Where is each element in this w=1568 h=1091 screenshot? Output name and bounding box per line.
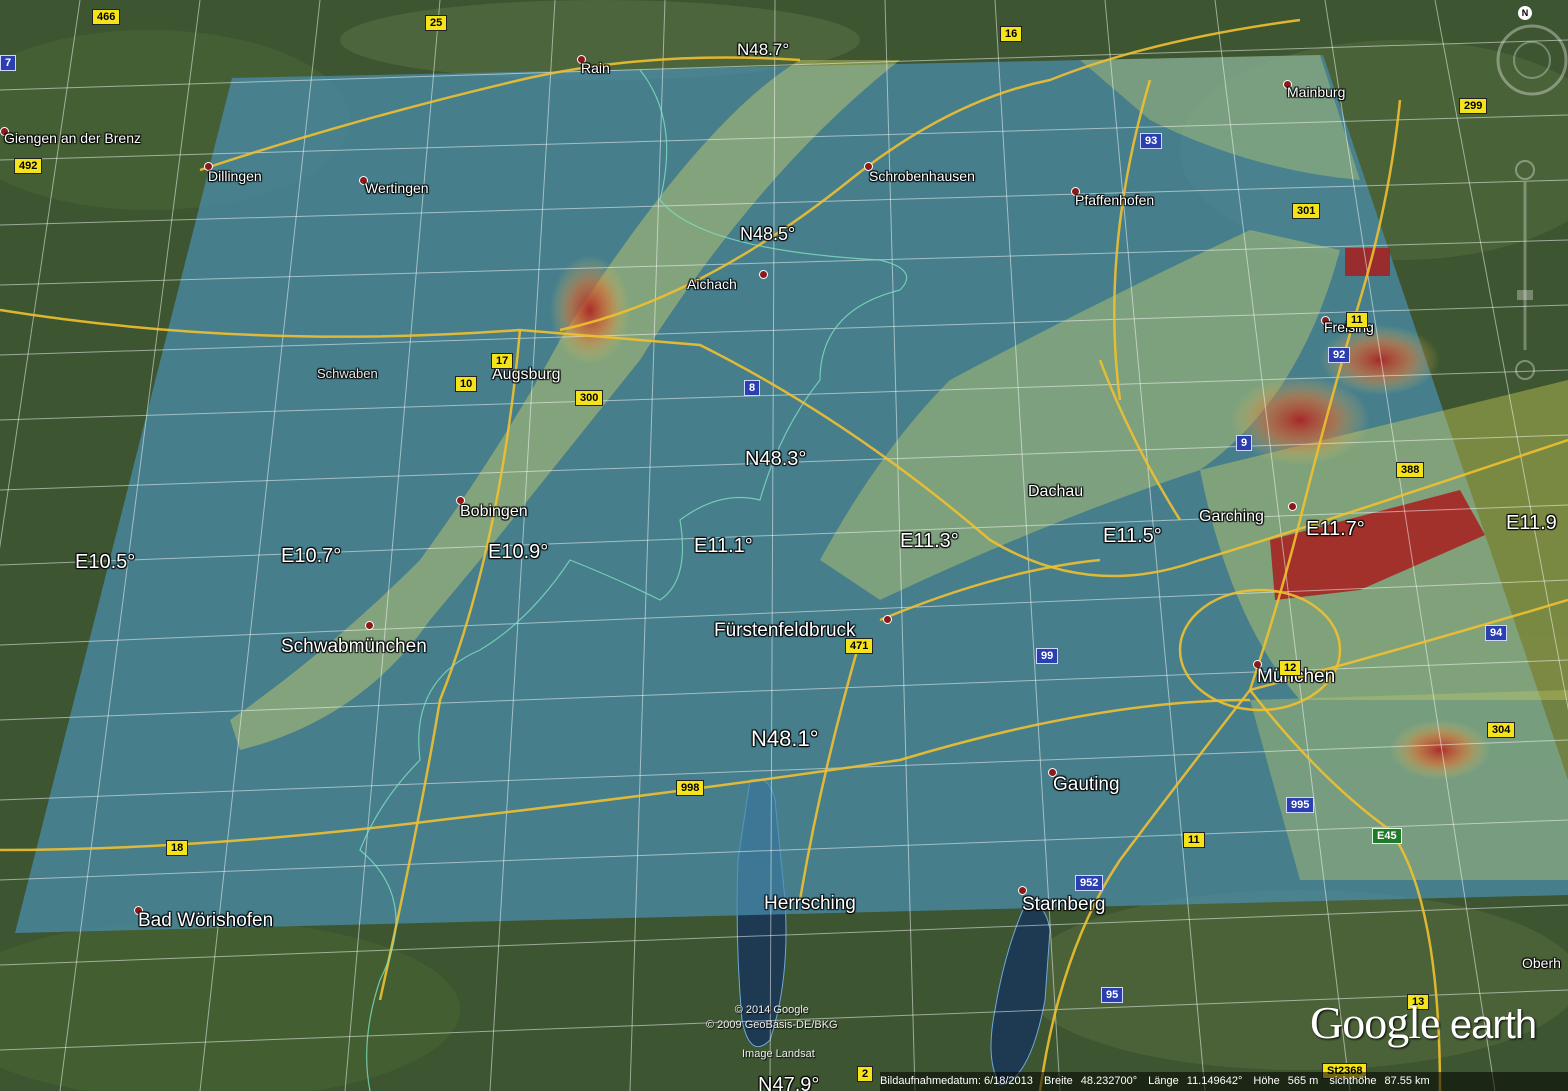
google-earth-logo: Google earth: [1310, 996, 1537, 1049]
place-marker-aichach[interactable]: [759, 270, 768, 279]
road-shield-93: 93: [1140, 133, 1163, 149]
place-marker-schwabmuenchen[interactable]: [365, 621, 374, 630]
grid-label-e111: E11.1°: [694, 535, 753, 557]
road-shield-492: 492: [14, 158, 43, 174]
place-label-schrobenhausen[interactable]: Schrobenhausen: [869, 168, 975, 184]
place-label-wertingen[interactable]: Wertingen: [365, 180, 429, 196]
road-shield-16: 16: [1000, 26, 1023, 42]
status-bar: Bildaufnahmedatum: 6/18/2013 Breite 48.23…: [880, 1072, 1568, 1091]
grid-label-n479: N47.9°: [758, 1074, 820, 1091]
place-label-bad-woerishofen[interactable]: Bad Wörishofen: [138, 910, 273, 932]
latitude-value: 48.232700°: [1080, 1075, 1138, 1087]
copyright-line-2: © 2009 GeoBasis-DE/BKG: [706, 1019, 838, 1031]
zoom-slider[interactable]: [1514, 150, 1536, 390]
grid-label-e117: E11.7°: [1306, 518, 1365, 540]
place-label-starnberg[interactable]: Starnberg: [1022, 894, 1105, 916]
road-shield-471: 471: [845, 638, 874, 654]
grid-label-e119: E11.9: [1506, 512, 1557, 534]
road-shield-2: 2: [857, 1066, 874, 1082]
road-shield-388: 388: [1396, 462, 1425, 478]
road-shield-25: 25: [425, 15, 448, 31]
place-marker-fuerstenfeldbruck[interactable]: [883, 615, 892, 624]
place-label-aichach[interactable]: Aichach: [687, 276, 737, 292]
road-shield-99: 99: [1036, 648, 1059, 664]
road-shield-466: 466: [92, 9, 121, 25]
place-label-schwabmuenchen[interactable]: Schwabmünchen: [281, 636, 427, 658]
place-label-giengen[interactable]: Giengen an der Brenz: [4, 130, 141, 146]
grid-label-e113: E11.3°: [900, 530, 959, 552]
longitude-label: Länge: [1148, 1075, 1179, 1087]
road-shield-300: 300: [575, 390, 604, 406]
road-shield-7: 7: [0, 55, 17, 71]
road-shield-12: 12: [1279, 660, 1302, 676]
road-shield-299: 299: [1459, 98, 1488, 114]
road-shield-92: 92: [1328, 347, 1351, 363]
road-shield-10: 10: [455, 376, 478, 392]
road-shield-94: 94: [1485, 625, 1508, 641]
longitude-value: 11.149642°: [1186, 1075, 1243, 1087]
road-shield-11-north: 11: [1346, 312, 1368, 328]
road-shield-e45: E45: [1372, 828, 1402, 844]
grid-label-n487: N48.7°: [737, 40, 790, 59]
place-label-fuerstenfeldbruck[interactable]: Fürstenfeldbruck: [714, 620, 856, 642]
place-label-dillingen[interactable]: Dillingen: [208, 168, 262, 184]
place-label-pfaffenhofen[interactable]: Pfaffenhofen: [1075, 192, 1154, 208]
place-label-herrsching[interactable]: Herrsching: [764, 893, 856, 915]
place-label-gauting[interactable]: Gauting: [1053, 774, 1120, 796]
road-shield-11: 11: [1183, 832, 1205, 848]
place-marker-garching[interactable]: [1288, 502, 1297, 511]
road-shield-8: 8: [744, 380, 761, 396]
grid-label-n483: N48.3°: [745, 448, 807, 470]
logo-word-google: Google: [1310, 997, 1440, 1048]
road-shield-17: 17: [491, 353, 514, 369]
place-label-rain[interactable]: Rain: [581, 60, 610, 76]
map-viewport[interactable]: N N48.7° N48.5° N48.3° N48.1° N47.9° E10…: [0, 0, 1568, 1091]
latitude-label: Breite: [1043, 1075, 1073, 1087]
road-shield-301: 301: [1292, 203, 1321, 219]
road-shield-952: 952: [1075, 875, 1104, 891]
place-label-bobingen[interactable]: Bobingen: [460, 503, 528, 521]
place-label-dachau[interactable]: Dachau: [1028, 483, 1083, 501]
copyright-line-1: © 2014 Google: [734, 1004, 809, 1016]
elevation-label: Höhe: [1253, 1075, 1280, 1087]
grid-label-e107: E10.7°: [281, 545, 342, 567]
road-shield-304: 304: [1487, 722, 1516, 738]
elevation-value: 565 m: [1287, 1075, 1319, 1087]
grid-label-n485: N48.5°: [740, 224, 796, 244]
place-label-mainburg[interactable]: Mainburg: [1287, 84, 1345, 100]
road-shield-9: 9: [1236, 435, 1253, 451]
road-shield-18: 18: [166, 840, 189, 856]
imagery-date: Bildaufnahmedatum: 6/18/2013: [880, 1075, 1033, 1087]
eye-altitude-value: 87.55 km: [1384, 1075, 1430, 1087]
navigation-ring[interactable]: [1488, 10, 1568, 100]
road-shield-95: 95: [1101, 987, 1124, 1003]
grid-label-e105: E10.5°: [75, 551, 136, 573]
road-shield-998: 998: [676, 780, 705, 796]
grid-label-n481: N48.1°: [751, 726, 819, 751]
road-shield-995: 995: [1286, 797, 1315, 813]
grid-label-e109: E10.9°: [488, 541, 549, 563]
compass-north[interactable]: N: [1518, 6, 1532, 20]
region-label-schwaben: Schwaben: [317, 366, 378, 381]
place-label-oberh[interactable]: Oberh: [1522, 955, 1561, 971]
grid-label-e115: E11.5°: [1103, 525, 1162, 547]
copyright-notice: © 2014 Google © 2009 GeoBasis-DE/BKG: [706, 1003, 838, 1033]
place-label-garching[interactable]: Garching: [1199, 508, 1264, 526]
image-credit: Image Landsat: [742, 1048, 815, 1060]
logo-word-earth: earth: [1449, 1003, 1537, 1047]
eye-altitude-label: sichthöhe: [1329, 1075, 1377, 1087]
